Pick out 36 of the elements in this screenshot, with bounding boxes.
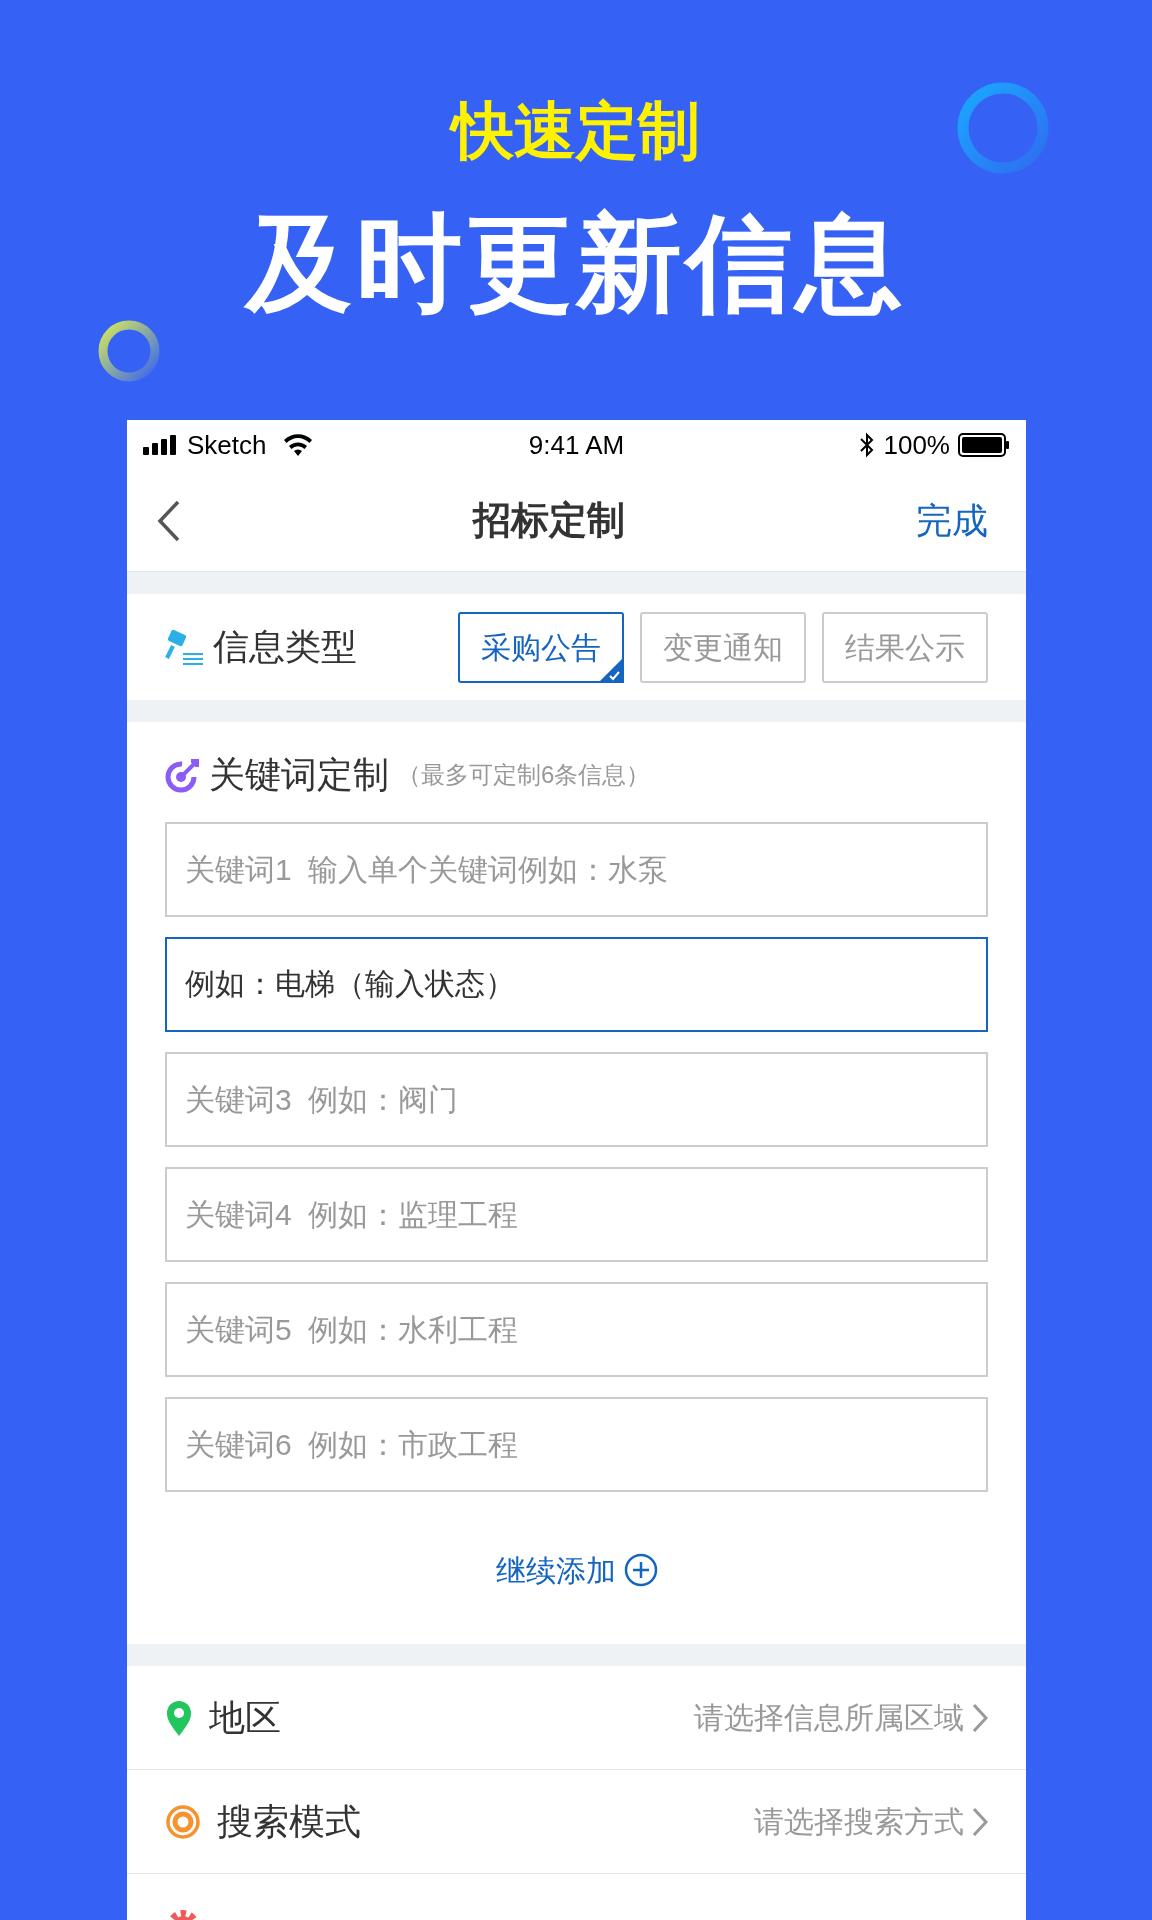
done-button[interactable]: 完成 (916, 493, 988, 548)
setting-label: 搜索模式 (217, 1799, 361, 1844)
setting-value: 请选择搜索方式 (754, 1804, 964, 1840)
settings-row[interactable]: 地区 请选择信息所属区域 (127, 1666, 1026, 1770)
clock-time: 9:41 AM (528, 429, 625, 460)
settings-row[interactable]: 搜索模式 请选择搜索方式 (127, 1770, 1026, 1874)
check-icon (598, 656, 624, 683)
keyword-field[interactable]: 例如：电梯（输入状态） (165, 937, 988, 1032)
keyword-field[interactable]: 关键词3 例如：阀门 (165, 1052, 988, 1147)
keyword-field[interactable]: 关键词5 例如：水利工程 (165, 1282, 988, 1377)
type-option[interactable]: 采购公告 (458, 611, 624, 683)
wifi-icon (282, 434, 313, 456)
target-icon (165, 1803, 201, 1840)
section-label: 信息类型 (213, 625, 357, 669)
battery-percent: 100% (883, 428, 950, 462)
gavel-icon (165, 628, 205, 666)
keyword-field[interactable]: 关键词6 例如：市政工程 (165, 1397, 988, 1492)
battery-icon (958, 433, 1010, 457)
setting-value: 请选择信息所属区域 (694, 1700, 964, 1736)
ring-decoration (96, 318, 162, 384)
location-pin-icon (165, 1698, 193, 1737)
keyword-field[interactable]: 关键词1 输入单个关键词例如：水泵 (165, 822, 988, 917)
limit-note: （最多可定制6条信息） (397, 760, 651, 790)
target-icon (165, 757, 201, 793)
plus-icon (623, 1553, 658, 1587)
chevron-icon (972, 1702, 988, 1733)
keyword-field[interactable]: 关键词4 例如：监理工程 (165, 1167, 988, 1262)
chevron-icon (972, 1806, 988, 1837)
bluetooth-icon (859, 432, 876, 458)
add-more-button[interactable]: 继续添加 (495, 1547, 658, 1593)
back-icon[interactable] (157, 499, 181, 542)
page-title: 招标定制 (472, 498, 625, 543)
signal-icon (143, 435, 179, 455)
section-label: 关键词定制 (209, 753, 389, 797)
carrier-name: Sketch (187, 428, 267, 462)
setting-label: 地区 (209, 1695, 281, 1740)
